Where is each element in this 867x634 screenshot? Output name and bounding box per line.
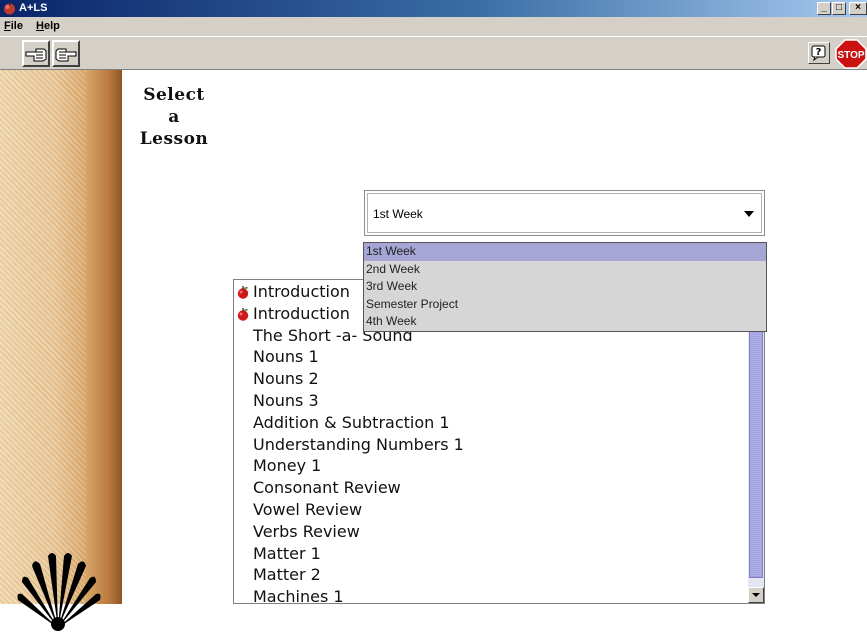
dropdown-option[interactable]: 1st Week bbox=[364, 243, 766, 261]
menu-help[interactable]: Help bbox=[36, 19, 60, 33]
lesson-item[interactable]: Nouns 1 bbox=[234, 346, 747, 368]
title-bar: A+LS _ □ × bbox=[0, 0, 867, 17]
lesson-item[interactable]: Machines 1 bbox=[234, 586, 747, 604]
stop-sign-icon: STOP bbox=[835, 39, 867, 69]
lesson-title: Nouns 1 bbox=[253, 347, 319, 367]
scroll-down-button[interactable] bbox=[748, 587, 764, 603]
lesson-title: Addition & Subtraction 1 bbox=[253, 412, 450, 432]
close-button[interactable]: × bbox=[849, 2, 867, 15]
window-title: A+LS bbox=[19, 2, 48, 14]
shell-fan-logo-icon bbox=[17, 553, 101, 631]
lesson-title: Verbs Review bbox=[253, 521, 360, 541]
apple-icon bbox=[237, 307, 249, 321]
menu-file[interactable]: File bbox=[4, 19, 23, 33]
lesson-title: Introduction bbox=[253, 282, 350, 301]
lesson-title: Understanding Numbers 1 bbox=[253, 434, 464, 454]
lesson-title: Consonant Review bbox=[253, 478, 401, 498]
lesson-item[interactable]: Understanding Numbers 1 bbox=[234, 434, 747, 456]
minimize-button[interactable]: _ bbox=[817, 2, 831, 15]
stop-label: STOP bbox=[837, 50, 864, 61]
lesson-title: Matter 1 bbox=[253, 543, 321, 563]
lesson-item[interactable]: Matter 2 bbox=[234, 564, 747, 586]
back-button[interactable] bbox=[22, 40, 50, 67]
lesson-item[interactable]: Nouns 3 bbox=[234, 390, 747, 412]
maximize-button[interactable]: □ bbox=[832, 2, 846, 15]
chevron-down-icon[interactable] bbox=[744, 211, 754, 217]
lesson-title: Nouns 2 bbox=[253, 369, 319, 389]
question-balloon-icon: ? bbox=[811, 45, 826, 62]
lesson-dropdown-popup[interactable]: 1st Week 2nd Week 3rd Week Semester Project… bbox=[363, 242, 767, 332]
menu-bar: File Help bbox=[0, 17, 867, 36]
dropdown-option[interactable]: 2nd Week bbox=[364, 261, 766, 279]
lesson-item[interactable]: Money 1 bbox=[234, 455, 747, 477]
lesson-item[interactable]: Matter 1 bbox=[234, 543, 747, 565]
hand-pointing-left-icon bbox=[25, 48, 47, 62]
dropdown-option[interactable]: 3rd Week bbox=[364, 278, 766, 296]
stop-button[interactable]: STOP bbox=[835, 39, 867, 69]
lesson-select[interactable]: 1st Week bbox=[364, 190, 765, 236]
forward-button[interactable] bbox=[52, 40, 80, 67]
sidebar-texture bbox=[0, 70, 86, 604]
decorative-sidebar bbox=[0, 70, 122, 631]
lesson-item[interactable]: Addition & Subtraction 1 bbox=[234, 412, 747, 434]
lesson-title: Introduction bbox=[253, 303, 350, 323]
select-lesson-label: Select a Lesson bbox=[139, 85, 209, 149]
lesson-item[interactable]: Consonant Review bbox=[234, 477, 747, 499]
lesson-item[interactable]: Verbs Review bbox=[234, 521, 747, 543]
toolbar: ? STOP bbox=[0, 36, 867, 70]
dropdown-option[interactable]: Semester Project bbox=[364, 296, 766, 314]
dropdown-option[interactable]: 4th Week bbox=[364, 313, 766, 331]
lesson-item[interactable]: Vowel Review bbox=[234, 499, 747, 521]
lesson-title: Money 1 bbox=[253, 456, 322, 476]
help-button[interactable]: ? bbox=[808, 42, 830, 64]
svg-text:?: ? bbox=[816, 47, 822, 58]
lesson-title: Matter 2 bbox=[253, 565, 321, 585]
hand-pointing-right-icon bbox=[55, 48, 77, 62]
apple-icon bbox=[237, 286, 249, 299]
lesson-title: Vowel Review bbox=[253, 499, 363, 519]
lesson-title: Machines 1 bbox=[253, 587, 344, 604]
lesson-select-value: 1st Week bbox=[373, 207, 423, 221]
lesson-item[interactable]: Nouns 2 bbox=[234, 368, 747, 390]
lesson-title: Nouns 3 bbox=[253, 390, 319, 410]
app-logo-icon bbox=[4, 2, 15, 15]
